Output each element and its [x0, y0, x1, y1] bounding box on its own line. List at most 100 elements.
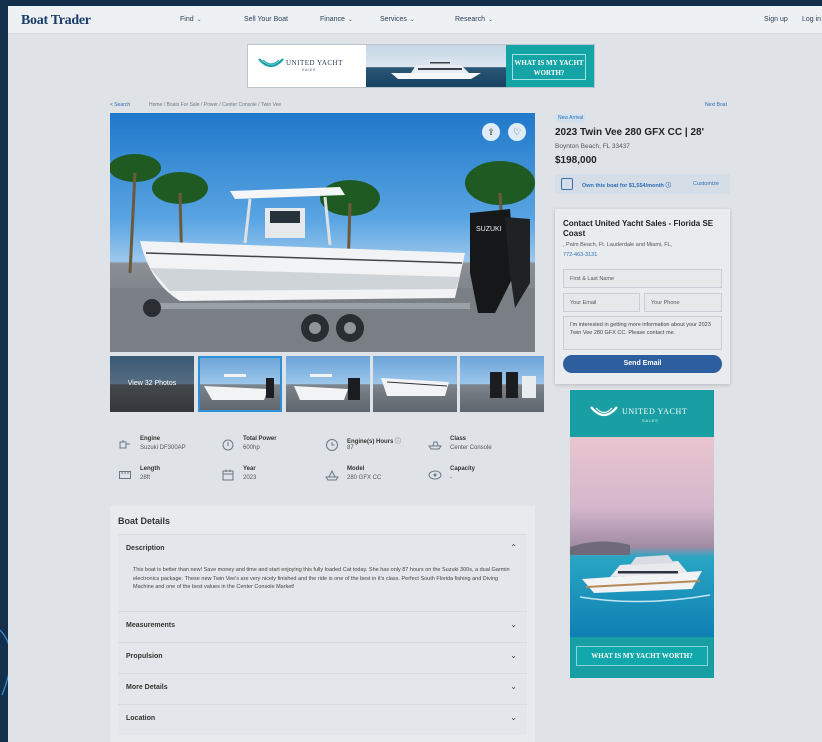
- send-email-button[interactable]: Send Email: [563, 355, 722, 373]
- ad-brand-name: UNITED YACHT: [286, 59, 343, 67]
- spec-value: Center Console: [450, 445, 492, 451]
- model-icon: [325, 469, 339, 481]
- boat-details-panel: Boat Details Description ⌃ This boat is …: [110, 506, 535, 742]
- spec-class: Class Center Console: [428, 436, 528, 460]
- length-icon: [119, 471, 131, 479]
- accordion-title: Measurements: [126, 622, 176, 629]
- chevron-down-icon: ⌄: [510, 620, 517, 629]
- ad-cta-button[interactable]: WHAT IS MY YACHT WORTH?: [512, 54, 586, 80]
- dealer-address: , Palm Beach, Ft. Lauderdale and Miami, …: [563, 242, 673, 248]
- finance-bar: Own this boat for $1,554/month ⓘ Customi…: [555, 174, 730, 194]
- breadcrumb[interactable]: Home / Boats For Sale / Power / Center C…: [149, 102, 281, 108]
- nav-research[interactable]: Research ⌄: [455, 16, 493, 23]
- nav-services[interactable]: Services ⌄: [380, 16, 415, 23]
- listing-price: $198,000: [555, 155, 597, 166]
- yacht-illustration: [570, 541, 711, 603]
- spec-label: Engine(s) Hours ⓘ: [347, 439, 402, 445]
- nav-find[interactable]: Find ⌄: [180, 16, 202, 23]
- heart-icon: ♡: [512, 127, 522, 137]
- spec-label: Engine: [140, 436, 161, 442]
- boat-photo-illustration: SUZUKI: [110, 154, 535, 352]
- accordion-propulsion[interactable]: Propulsion ⌄: [118, 642, 527, 673]
- spec-value: 28ft: [140, 475, 151, 481]
- accordion-measurements[interactable]: Measurements ⌄: [118, 611, 527, 642]
- next-boat-link[interactable]: Next Boat: [705, 102, 727, 108]
- favorite-button[interactable]: ♡: [508, 123, 526, 141]
- ad-brand-sub: SALES: [302, 68, 316, 72]
- spec-value: 2023: [243, 475, 257, 481]
- svg-text:SUZUKI: SUZUKI: [476, 226, 502, 233]
- ad-yacht-image: [366, 45, 506, 87]
- chevron-down-icon: ⌄: [409, 17, 415, 23]
- info-icon[interactable]: ⓘ: [665, 183, 671, 189]
- boat-details-title: Boat Details: [118, 516, 171, 526]
- accordion-location[interactable]: Location ⌄: [118, 704, 527, 735]
- chevron-down-icon: ⌄: [510, 713, 517, 722]
- spec-model: Model 280 GFX CC: [325, 466, 425, 490]
- dealer-phone-link[interactable]: 772-463-3131: [563, 252, 597, 258]
- ad-cta-button[interactable]: WHAT IS MY YACHT WORTH?: [576, 646, 708, 666]
- spec-value: 600hp: [243, 445, 260, 451]
- ad-brand-sub: SALES: [642, 418, 659, 423]
- thumbnail[interactable]: [286, 356, 370, 412]
- phone-field[interactable]: Your Phone: [644, 293, 722, 312]
- spec-value: 280 GFX CC: [347, 475, 382, 481]
- spec-label: Model: [347, 466, 365, 472]
- spec-label: Total Power: [243, 436, 277, 442]
- chevron-down-icon: ⌄: [487, 17, 493, 23]
- boat-class-icon: [428, 441, 442, 450]
- log-in-link[interactable]: Log in: [802, 16, 821, 23]
- chevron-down-icon: ⌄: [347, 17, 353, 23]
- spec-engine-hours: Engine(s) Hours ⓘ 87: [325, 436, 425, 460]
- monthly-payment-link[interactable]: Own this boat for $1,554/month ⓘ: [582, 181, 671, 189]
- message-field[interactable]: I'm interested in getting more informati…: [563, 316, 722, 350]
- top-nav: Boat Trader Find ⌄ Sell Your Boat Finance…: [8, 6, 822, 34]
- engine-icon: [119, 440, 130, 449]
- photo-thumbnails: View 32 Photos: [110, 356, 544, 412]
- thumbnail-image: [204, 374, 274, 400]
- info-icon[interactable]: ⓘ: [395, 439, 401, 445]
- thumbnail-image: [294, 374, 360, 400]
- spec-value: 87: [347, 445, 354, 451]
- share-button[interactable]: ⇪: [482, 123, 500, 141]
- chevron-down-icon: ⌄: [510, 682, 517, 691]
- listing-title: 2023 Twin Vee 280 GFX CC | 28': [555, 127, 704, 138]
- clock-icon: [326, 439, 338, 451]
- spec-label: Year: [243, 466, 256, 472]
- back-to-search-link[interactable]: < Search: [110, 102, 130, 108]
- spec-label: Capacity: [450, 466, 476, 472]
- thumbnail-image: [490, 372, 536, 398]
- spec-label: Class: [450, 436, 467, 442]
- name-field[interactable]: First & Last Name: [563, 269, 722, 288]
- main-boat-photo[interactable]: SUZUKI ⇪ ♡: [110, 113, 535, 352]
- thumbnail-view-all[interactable]: View 32 Photos: [110, 356, 194, 412]
- view-photos-label: View 32 Photos: [110, 356, 194, 412]
- accordion-description[interactable]: Description ⌃ This boat is better than n…: [118, 534, 527, 611]
- email-field[interactable]: Your Email: [563, 293, 640, 312]
- thumbnail[interactable]: [373, 356, 457, 412]
- capacity-icon: [428, 470, 442, 480]
- accordion-title: Location: [126, 715, 156, 722]
- nav-finance[interactable]: Finance ⌄: [320, 16, 353, 23]
- ad-brand-logo: UNITED YACHT SALES: [248, 45, 366, 87]
- spec-value: Suzuki DF300AP: [140, 445, 186, 451]
- customize-link[interactable]: Customize: [693, 181, 719, 187]
- nav-sell-your-boat[interactable]: Sell Your Boat: [244, 16, 288, 23]
- accordion-more-details[interactable]: More Details ⌄: [118, 673, 527, 704]
- united-yacht-wave-icon: [258, 58, 284, 68]
- side-banner-ad[interactable]: UNITED YACHT SALES WHAT IS MY YACHT WORT…: [570, 390, 714, 678]
- boat-trader-logo[interactable]: Boat Trader: [21, 13, 91, 29]
- description-text: This boat is better than new! Save money…: [133, 567, 510, 590]
- spec-engine: Engine Suzuki DF300AP: [118, 436, 218, 460]
- chevron-up-icon[interactable]: ⌃: [510, 543, 517, 552]
- ad-brand-name: UNITED YACHT: [622, 407, 688, 416]
- chevron-down-icon: ⌄: [196, 17, 202, 23]
- sign-up-link[interactable]: Sign up: [764, 16, 788, 23]
- top-banner-ad[interactable]: UNITED YACHT SALES WHAT IS MY YACHT WORT…: [247, 44, 595, 88]
- accordion-title: Description: [126, 545, 165, 552]
- thumbnail[interactable]: [460, 356, 544, 412]
- listing-page: Boat Trader Find ⌄ Sell Your Boat Finance…: [8, 6, 822, 742]
- thumbnail[interactable]: [198, 356, 282, 412]
- contact-dealer-form: Contact United Yacht Sales - Florida SE …: [555, 209, 730, 384]
- calculator-icon: [561, 178, 573, 190]
